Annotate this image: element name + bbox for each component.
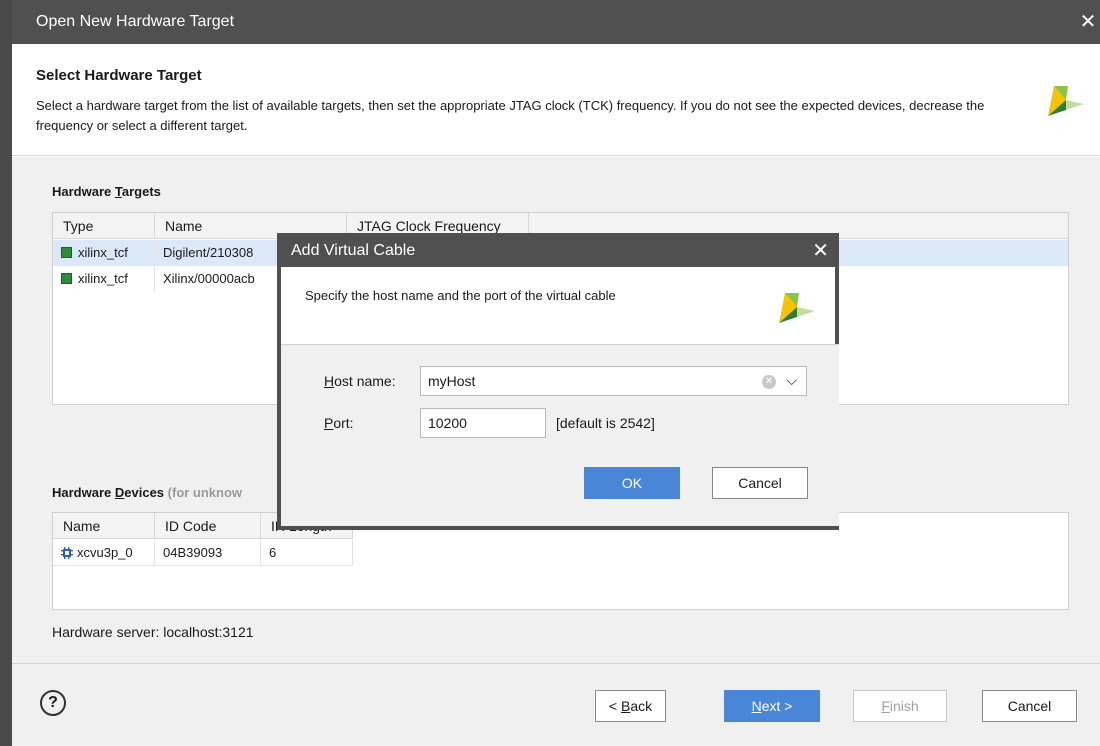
page-title: Select Hardware Target [36,67,202,84]
column-header-name[interactable]: Name [53,513,155,539]
help-button[interactable]: ? [40,690,66,716]
dialog-title: Open New Hardware Target [36,13,235,30]
target-type-cell: xilinx_tcf [53,240,155,266]
hardware-targets-label: Hardware Targets [52,184,161,199]
back-button[interactable]: < Back [595,690,666,722]
host-name-input[interactable]: myHost [428,373,475,389]
port-field[interactable]: 10200 [420,408,546,438]
target-type-cell: xilinx_tcf [53,266,155,292]
next-button[interactable]: Next > [724,690,820,722]
finish-button[interactable]: Finish [853,690,947,722]
dialog-close-button[interactable]: ✕ [1076,10,1100,34]
port-label: Port: [324,415,354,431]
wizard-footer: ? < Back Next > Finish Cancel [12,663,1100,746]
page-description: Select a hardware target from the list o… [36,98,985,133]
chevron-down-icon[interactable]: ⌵ [786,372,797,389]
modal-description: Specify the host name and the port of th… [305,288,616,303]
hardware-devices-label: Hardware Devices (for unknow [52,485,243,500]
xilinx-logo-icon [1048,86,1084,116]
modal-body: Host name: myHost ✕ ⌵ Port: 10200 [defau… [281,345,839,526]
host-name-label: Host name: [324,373,396,389]
device-ir-length-cell: 6 [261,540,353,566]
wizard-header: Select Hardware Target Select a hardware… [12,44,1100,156]
xilinx-logo-icon [779,293,815,323]
modal-close-button[interactable]: ✕ [812,238,829,263]
add-virtual-cable-dialog: Add Virtual Cable ✕ Specify the host nam… [277,233,839,530]
host-name-combobox[interactable]: myHost ✕ ⌵ [420,366,807,396]
hardware-server-label: Hardware server: localhost:3121 [52,624,254,640]
table-row[interactable]: xcvu3p_0 04B39093 6 [53,540,353,566]
device-name-cell: xcvu3p_0 [53,540,155,566]
cancel-button[interactable]: Cancel [982,690,1077,722]
board-chip-icon [61,273,72,284]
dialog-titlebar: Open New Hardware Target ✕ [12,0,1100,44]
fpga-device-icon [61,547,73,559]
board-chip-icon [61,247,72,258]
ok-button[interactable]: OK [584,467,680,499]
modal-header: Specify the host name and the port of th… [281,267,839,345]
device-id-code-cell: 04B39093 [155,540,261,566]
modal-cancel-button[interactable]: Cancel [712,467,808,499]
column-header-type[interactable]: Type [53,213,155,239]
modal-title: Add Virtual Cable [291,242,416,259]
parent-window-edge [0,0,12,746]
modal-titlebar: Add Virtual Cable ✕ [281,233,839,267]
clear-icon[interactable]: ✕ [762,375,776,389]
port-default-hint: [default is 2542] [556,415,655,431]
column-header-id-code[interactable]: ID Code [155,513,261,539]
port-value: 10200 [428,415,467,431]
